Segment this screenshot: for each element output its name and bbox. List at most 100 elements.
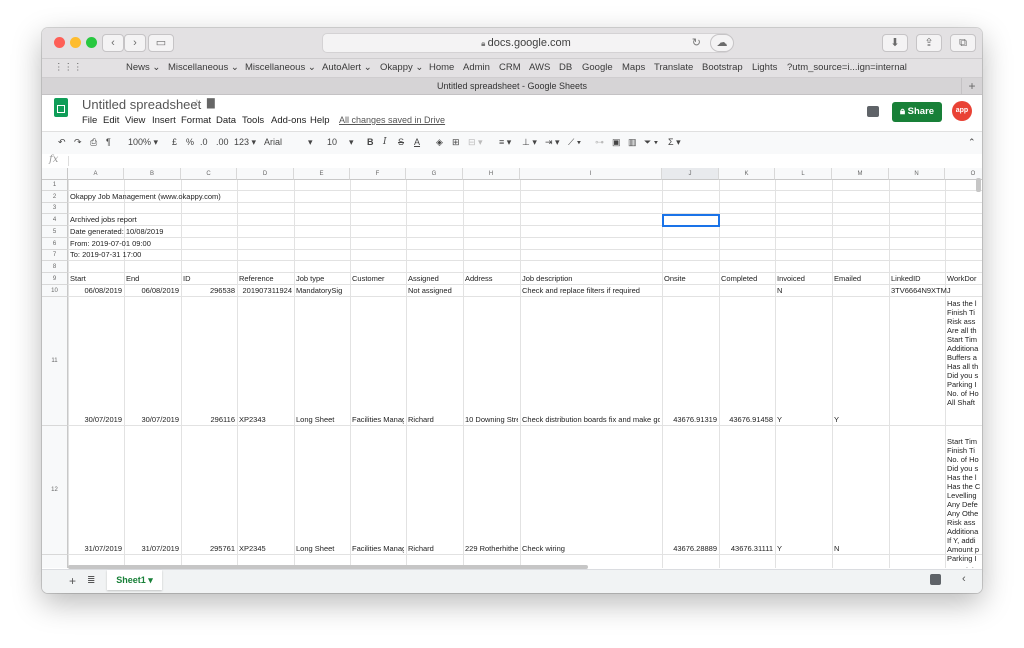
add-sheet-button[interactable]: +: [69, 574, 76, 588]
column-header[interactable]: I: [520, 168, 662, 180]
column-header[interactable]: G: [406, 168, 463, 180]
header-cell[interactable]: Completed: [721, 274, 773, 284]
data-cell[interactable]: 295761: [183, 544, 235, 554]
data-cell[interactable]: 296538: [183, 286, 235, 296]
row-header[interactable]: 8: [42, 261, 68, 273]
browser-tab[interactable]: Untitled spreadsheet - Google Sheets +: [42, 78, 982, 95]
row-header[interactable]: 1: [42, 180, 68, 191]
info-cell[interactable]: Okappy Job Management (www.okappy.com): [70, 192, 370, 202]
header-cell[interactable]: Invoiced: [777, 274, 830, 284]
currency-button[interactable]: £: [172, 137, 177, 147]
forward-button[interactable]: ›: [124, 34, 146, 52]
data-cell[interactable]: 31/07/2019: [70, 544, 122, 554]
all-sheets-icon[interactable]: ≣: [87, 575, 95, 586]
vertical-scrollbar[interactable]: [976, 178, 981, 192]
favorite-admin[interactable]: Admin: [463, 62, 490, 73]
borders-icon[interactable]: ⊞: [452, 137, 460, 148]
header-cell[interactable]: Reference: [239, 274, 292, 284]
row-header[interactable]: 9: [42, 273, 68, 285]
back-button[interactable]: ‹: [102, 34, 124, 52]
star-icon[interactable]: ☆: [192, 97, 202, 110]
fill-color-icon[interactable]: ◈: [436, 137, 443, 148]
menu-insert[interactable]: Insert: [152, 115, 176, 126]
header-cell[interactable]: Start: [70, 274, 122, 284]
info-cell[interactable]: From: 2019-07-01 09:00: [70, 239, 370, 249]
spreadsheet-grid[interactable]: ABCDEFGHIJKLMNO12345678910111213Okappy J…: [42, 168, 982, 568]
favorite-bootstrap[interactable]: Bootstrap: [702, 62, 743, 73]
sidebar-toggle-button[interactable]: ▭: [148, 34, 174, 52]
new-tab-button[interactable]: +: [961, 78, 982, 94]
data-cell[interactable]: N: [834, 544, 887, 554]
zoom-select[interactable]: 100% ▾: [128, 137, 158, 148]
menu-data[interactable]: Data: [216, 115, 236, 126]
reload-icon[interactable]: ↻: [692, 34, 701, 52]
redo-icon[interactable]: ↷: [74, 137, 82, 148]
close-window-button[interactable]: [54, 37, 65, 48]
bold-button[interactable]: B: [367, 137, 374, 147]
header-cell[interactable]: Job type: [296, 274, 348, 284]
minimize-window-button[interactable]: [70, 37, 81, 48]
data-cell[interactable]: Long Sheet: [296, 544, 348, 554]
column-header[interactable]: J: [662, 168, 719, 180]
functions-icon[interactable]: Σ ▾: [668, 137, 681, 148]
print-icon[interactable]: ⎙: [90, 137, 97, 148]
collapse-menu-icon[interactable]: ⌃: [968, 137, 976, 148]
data-cell[interactable]: Check wiring: [522, 544, 660, 554]
favorite-home[interactable]: Home: [429, 62, 454, 73]
favorite-aws[interactable]: AWS: [529, 62, 550, 73]
comments-icon[interactable]: [867, 106, 879, 117]
italic-button[interactable]: I: [383, 137, 387, 147]
share-button[interactable]: 🔒︎ Share: [892, 102, 942, 122]
menu-tools[interactable]: Tools: [242, 115, 264, 126]
row-header[interactable]: 5: [42, 226, 68, 238]
more-formats-button[interactable]: 123 ▾: [234, 137, 256, 148]
favorite-translate[interactable]: Translate: [654, 62, 693, 73]
favorite-google[interactable]: Google: [582, 62, 613, 73]
info-cell[interactable]: Date generated: 10/08/2019: [70, 227, 370, 237]
column-header[interactable]: H: [463, 168, 520, 180]
favorite-autoalert[interactable]: AutoAlert ⌄: [322, 62, 372, 73]
header-cell[interactable]: ID: [183, 274, 235, 284]
row-header[interactable]: 4: [42, 214, 68, 226]
data-cell[interactable]: Check and replace filters if required: [522, 286, 660, 296]
strikethrough-button[interactable]: S: [398, 137, 404, 147]
decrease-decimal-button[interactable]: .0: [200, 137, 208, 147]
data-cell[interactable]: XP2345: [239, 544, 292, 554]
data-cell[interactable]: Y: [777, 544, 830, 554]
sheets-logo-icon[interactable]: [54, 98, 68, 117]
increase-decimal-button[interactable]: .00: [216, 137, 229, 147]
column-header[interactable]: L: [775, 168, 832, 180]
explore-icon[interactable]: [930, 574, 941, 585]
column-header[interactable]: F: [350, 168, 406, 180]
column-header[interactable]: B: [124, 168, 181, 180]
header-cell[interactable]: WorkDor: [947, 274, 982, 284]
data-cell[interactable]: Facilities Manage: [352, 544, 404, 554]
menu-addons[interactable]: Add-ons: [271, 115, 306, 126]
chart-icon[interactable]: ▥: [628, 137, 637, 148]
data-cell[interactable]: 201907311924: [239, 286, 293, 296]
row-header[interactable]: 6: [42, 238, 68, 250]
row-header[interactable]: 7: [42, 250, 68, 261]
header-cell[interactable]: Address: [465, 274, 518, 284]
column-header[interactable]: N: [889, 168, 945, 180]
favorite-news[interactable]: News ⌄: [126, 62, 160, 73]
menu-view[interactable]: View: [125, 115, 145, 126]
data-cell[interactable]: MandatorySig: [296, 286, 348, 296]
avatar[interactable]: app: [952, 101, 972, 121]
vertical-align-icon[interactable]: ⊥ ▾: [522, 137, 537, 148]
row-header[interactable]: 13: [42, 555, 68, 568]
column-header[interactable]: C: [181, 168, 237, 180]
tabs-overview-icon[interactable]: ⧉: [950, 34, 976, 52]
zoom-window-button[interactable]: [86, 37, 97, 48]
row-header[interactable]: 2: [42, 191, 68, 203]
menu-file[interactable]: File: [82, 115, 97, 126]
data-cell[interactable]: Richard: [408, 544, 461, 554]
column-header[interactable]: M: [832, 168, 889, 180]
data-cell[interactable]: 31/07/2019: [126, 544, 179, 554]
data-cell[interactable]: 10 Downing Stre: [465, 415, 518, 425]
column-header[interactable]: A: [68, 168, 124, 180]
data-cell[interactable]: Richard: [408, 415, 461, 425]
header-cell[interactable]: LinkedID: [891, 274, 943, 284]
data-cell[interactable]: 06/08/2019: [126, 286, 179, 296]
column-header[interactable]: K: [719, 168, 775, 180]
